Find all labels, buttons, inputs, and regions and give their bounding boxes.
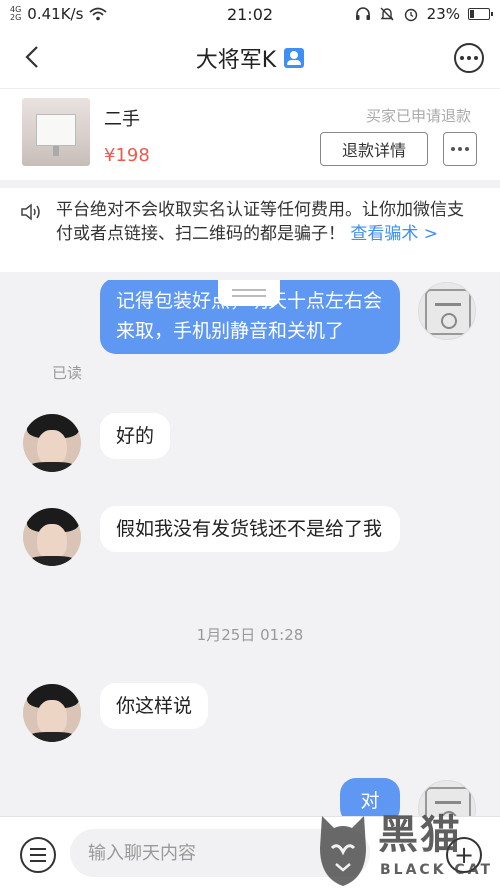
signal-icon: 4G 2G bbox=[10, 6, 21, 22]
add-attachment-icon[interactable]: + bbox=[446, 837, 482, 873]
wifi-icon bbox=[89, 7, 107, 21]
product-name: 二手 bbox=[104, 109, 140, 130]
contact-name: 大将军K bbox=[195, 48, 277, 73]
status-right: 23% bbox=[355, 5, 493, 23]
battery-icon bbox=[468, 8, 493, 20]
status-bar: 4G 2G 0.41K/s 21:02 23% bbox=[0, 0, 500, 28]
read-receipt: 已读 bbox=[52, 364, 83, 382]
message-bubble-sent[interactable]: 对 bbox=[340, 778, 400, 816]
product-card: 二手 ¥198 买家已申请退款 退款详情 bbox=[0, 88, 500, 180]
verified-user-icon bbox=[284, 48, 305, 68]
status-left: 4G 2G 0.41K/s bbox=[10, 5, 107, 23]
alarm-icon bbox=[404, 8, 417, 22]
page-title: 大将军K bbox=[195, 42, 305, 74]
my-avatar[interactable] bbox=[418, 780, 476, 816]
product-more-button[interactable] bbox=[443, 132, 477, 166]
network-type-bottom: 2G bbox=[10, 13, 22, 22]
mute-bell-icon bbox=[380, 7, 394, 21]
chat-header: 大将军K bbox=[0, 28, 500, 88]
message-input-bar: + bbox=[0, 816, 500, 888]
product-thumbnail[interactable] bbox=[22, 98, 90, 166]
monitor-image bbox=[36, 114, 76, 146]
contact-avatar[interactable] bbox=[23, 414, 81, 472]
message-bubble-received[interactable]: 你这样说 bbox=[100, 683, 209, 729]
order-status: 买家已申请退款 bbox=[366, 107, 472, 125]
product-price: ¥198 bbox=[104, 145, 150, 166]
headset-icon bbox=[355, 7, 370, 20]
contact-avatar[interactable] bbox=[23, 508, 81, 566]
more-options-icon[interactable] bbox=[454, 43, 484, 73]
speaker-icon bbox=[21, 203, 40, 221]
battery-fill bbox=[470, 10, 474, 18]
contact-avatar[interactable] bbox=[23, 684, 81, 742]
network-speed: 0.41K/s bbox=[27, 5, 84, 23]
chat-input[interactable] bbox=[70, 829, 370, 877]
scam-info-link[interactable]: 查看骗术 > bbox=[350, 224, 438, 244]
back-icon[interactable] bbox=[18, 42, 48, 72]
refund-details-button[interactable]: 退款详情 bbox=[320, 132, 428, 166]
message-bubble-received[interactable]: 假如我没有发货钱还不是给了我 bbox=[100, 506, 400, 552]
time-separator: 1月25日 01:28 bbox=[196, 626, 304, 644]
my-avatar[interactable] bbox=[418, 282, 476, 340]
drag-handle[interactable] bbox=[218, 280, 280, 306]
battery-percent: 23% bbox=[426, 5, 460, 23]
safety-notice: 平台绝对不会收取实名认证等任何费用。让你加微信支付或者点链接、扫二维码的都是骗子… bbox=[0, 188, 500, 272]
chat-area[interactable]: 记得包装好点，明天十点左右会来取，手机别静音和关机了 已读 好的 假如我没有发货… bbox=[0, 280, 500, 816]
menu-icon[interactable] bbox=[20, 837, 56, 873]
message-bubble-received[interactable]: 好的 bbox=[100, 413, 171, 459]
